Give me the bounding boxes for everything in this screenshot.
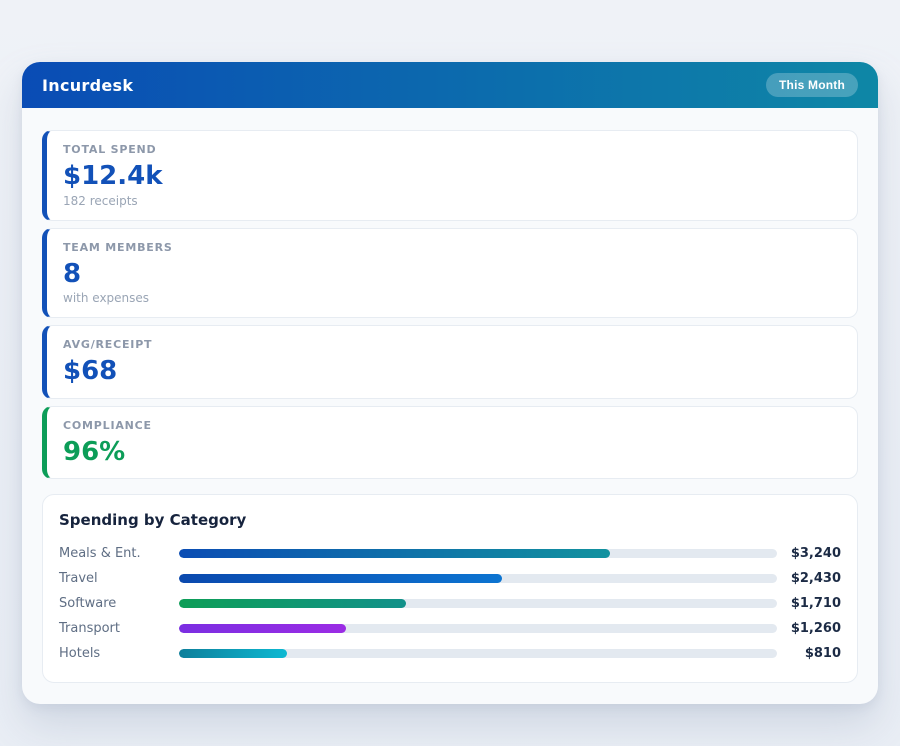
category-value: $1,710: [777, 596, 841, 611]
stat-value: 96%: [63, 438, 841, 467]
category-bar-track: [179, 574, 777, 583]
content-area: TOTAL SPEND $12.4k 182 receipts TEAM MEMBER…: [22, 108, 878, 704]
stat-subtext: 182 receipts: [63, 194, 841, 208]
stat-label: COMPLIANCE: [63, 419, 841, 432]
app-header: Incurdesk This Month: [22, 62, 878, 108]
category-bar-track: [179, 599, 777, 608]
category-label: Travel: [59, 571, 179, 586]
stat-label: TEAM MEMBERS: [63, 241, 841, 254]
stat-value: $68: [63, 357, 841, 386]
category-bar-fill: [179, 599, 406, 608]
stat-card-compliance: COMPLIANCE 96%: [42, 406, 858, 480]
category-bar-fill: [179, 624, 346, 633]
category-row-hotels: Hotels $810: [59, 641, 841, 666]
category-label: Software: [59, 596, 179, 611]
stat-value: $12.4k: [63, 162, 841, 191]
period-badge[interactable]: This Month: [766, 73, 858, 97]
category-bar-track: [179, 624, 777, 633]
category-label: Meals & Ent.: [59, 546, 179, 561]
category-bar-fill: [179, 574, 502, 583]
stat-label: TOTAL SPEND: [63, 143, 841, 156]
spending-title: Spending by Category: [59, 511, 841, 529]
category-row-travel: Travel $2,430: [59, 566, 841, 591]
category-label: Hotels: [59, 646, 179, 661]
stat-subtext: with expenses: [63, 291, 841, 305]
category-bar-fill: [179, 549, 610, 558]
stat-card-avg-receipt: AVG/RECEIPT $68: [42, 325, 858, 399]
category-row-transport: Transport $1,260: [59, 616, 841, 641]
category-value: $2,430: [777, 571, 841, 586]
app-title: Incurdesk: [42, 76, 133, 95]
category-value: $1,260: [777, 621, 841, 636]
category-rows: Meals & Ent. $3,240 Travel $2,430 Software $1…: [59, 541, 841, 666]
stat-value: 8: [63, 260, 841, 289]
category-bar-track: [179, 549, 777, 558]
category-row-meals-ent-: Meals & Ent. $3,240: [59, 541, 841, 566]
stats-section: TOTAL SPEND $12.4k 182 receipts TEAM MEMBER…: [42, 130, 858, 479]
stat-card-total-spend: TOTAL SPEND $12.4k 182 receipts: [42, 130, 858, 221]
category-label: Transport: [59, 621, 179, 636]
stat-card-team-members: TEAM MEMBERS 8 with expenses: [42, 228, 858, 319]
category-value: $3,240: [777, 546, 841, 561]
stat-label: AVG/RECEIPT: [63, 338, 841, 351]
category-bar-fill: [179, 649, 287, 658]
app-card: Incurdesk This Month TOTAL SPEND $12.4k 18…: [22, 62, 878, 704]
category-row-software: Software $1,710: [59, 591, 841, 616]
spending-card: Spending by Category Meals & Ent. $3,240 T…: [42, 494, 858, 683]
category-value: $810: [777, 646, 841, 661]
category-bar-track: [179, 649, 777, 658]
